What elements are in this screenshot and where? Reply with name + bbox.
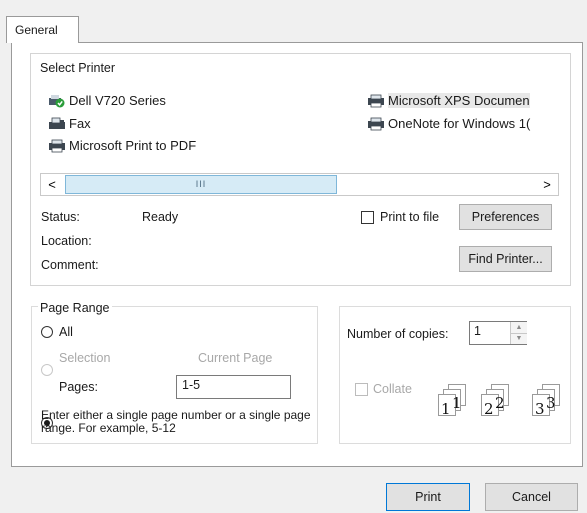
collate-number: 3 [535,400,545,418]
collate-checkbox[interactable] [355,383,368,396]
printer-icon [367,117,385,131]
status-label: Status: [41,210,80,224]
page-range-label: Page Range [38,301,112,315]
find-printer-button[interactable]: Find Printer... [459,246,552,272]
preferences-button[interactable]: Preferences [459,204,552,230]
selection-radio[interactable] [41,364,53,376]
printer-name: Microsoft XPS Documen [388,93,530,108]
cancel-button[interactable]: Cancel [485,483,578,511]
all-label: All [59,325,73,339]
location-label: Location: [41,234,92,248]
scroll-left-button[interactable]: < [41,174,63,195]
copies-spinner[interactable]: ▲ ▼ [510,322,527,344]
printer-name: Microsoft Print to PDF [69,138,197,153]
pages-input[interactable]: 1-5 [176,375,291,399]
pages-label: Pages: [59,380,98,394]
status-value: Ready [142,210,179,224]
printer-default-icon [48,94,66,108]
dialog-header [0,0,587,40]
fax-icon [48,117,66,131]
copies-value: 1 [474,324,481,338]
tab-general-label: General [15,23,58,37]
printer-name: Dell V720 Series [69,93,166,108]
current-page-label: Current Page [198,351,273,365]
scroll-right-button[interactable]: > [536,174,558,195]
collate-illustration: 1 1 2 2 3 3 [438,382,573,432]
collate-label: Collate [373,382,412,396]
printer-item-print-to-pdf[interactable]: Microsoft Print to PDF [48,138,196,153]
comment-label: Comment: [41,258,99,272]
collate-number: 2 [495,394,505,412]
number-of-copies-label: Number of copies: [347,327,449,341]
printer-item-onenote[interactable]: OneNote for Windows 1( [367,116,559,131]
tab-general[interactable]: General [6,16,79,43]
print-to-file-label: Print to file [380,210,440,224]
selection-label: Selection [59,351,111,365]
all-radio[interactable] [41,326,53,338]
scrollbar-thumb[interactable]: III [65,175,337,194]
page-range-hint: Enter either a single page number or a s… [41,408,311,435]
print-to-file-checkbox[interactable] [361,211,374,224]
print-button[interactable]: Print [386,483,470,511]
printer-name: OneNote for Windows 1( [388,116,531,131]
collate-number: 1 [452,394,462,412]
printer-icon [367,94,385,108]
collate-number: 3 [546,394,556,412]
printer-item-xps[interactable]: Microsoft XPS Documen [367,93,559,108]
printer-icon [48,139,66,153]
printer-item-dell[interactable]: Dell V720 Series [48,93,166,108]
select-printer-label: Select Printer [38,61,118,75]
printer-name: Fax [69,116,91,131]
spinner-up-icon[interactable]: ▲ [511,322,527,334]
collate-number: 2 [484,400,494,418]
printer-list-scrollbar[interactable]: < III > [40,173,559,196]
collate-number: 1 [441,400,451,418]
spinner-down-icon[interactable]: ▼ [511,334,527,344]
printer-item-fax[interactable]: Fax [48,116,91,131]
